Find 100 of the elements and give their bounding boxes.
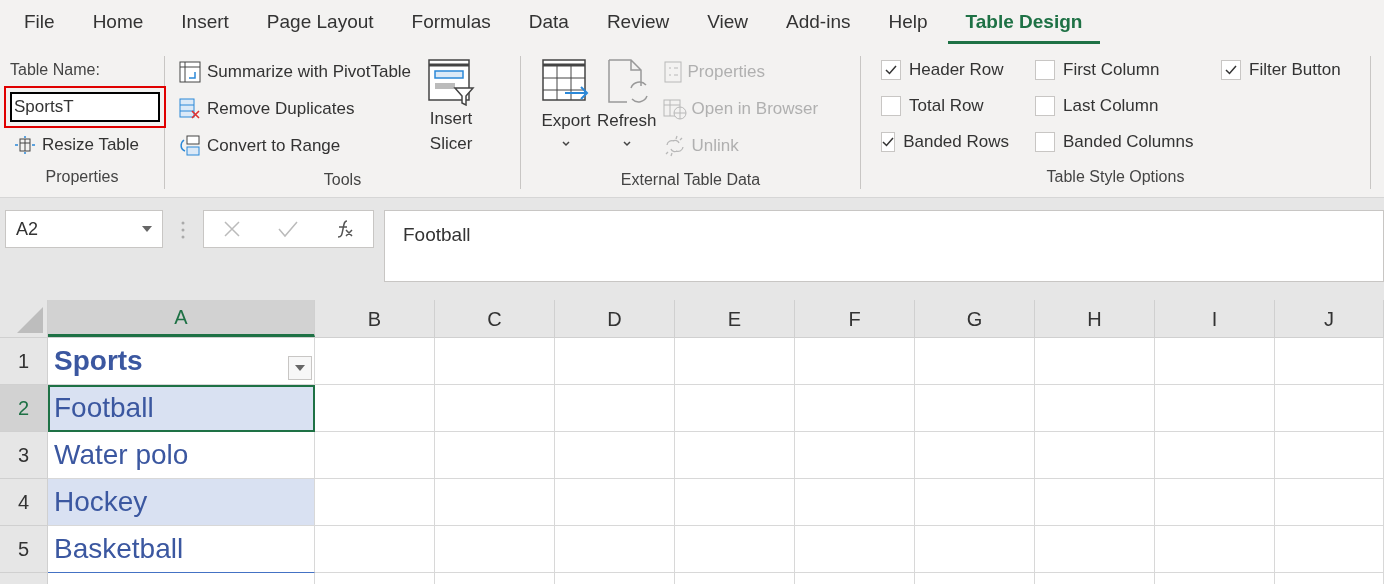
group-label: Tools	[322, 170, 363, 190]
row-header[interactable]: 1	[0, 338, 48, 385]
checkmark-icon	[1225, 65, 1237, 75]
empty-cell[interactable]	[915, 479, 1035, 526]
menu-tab[interactable]: View	[689, 4, 767, 44]
cancel-icon[interactable]	[221, 219, 242, 239]
empty-cell[interactable]	[1035, 338, 1155, 385]
empty-cell[interactable]	[1035, 432, 1155, 479]
column-header[interactable]: A	[48, 300, 315, 337]
empty-cell[interactable]	[555, 526, 675, 573]
empty-cell[interactable]	[435, 385, 555, 432]
empty-cell[interactable]	[1275, 479, 1384, 526]
group-label: Properties	[44, 167, 120, 187]
menu-tab[interactable]: Table Design	[947, 4, 1101, 44]
empty-cell[interactable]	[1035, 479, 1155, 526]
row-header[interactable]: 5	[0, 526, 48, 573]
empty-cell[interactable]	[1155, 338, 1275, 385]
menu-tab[interactable]: Help	[870, 4, 946, 44]
empty-cell[interactable]	[1155, 432, 1275, 479]
column-header[interactable]: C	[435, 300, 555, 337]
menu-tab[interactable]: Home	[74, 4, 162, 44]
checkbox[interactable]	[881, 132, 896, 152]
checkbox[interactable]	[881, 96, 901, 116]
ribbon-command[interactable]: Convert to Range	[179, 132, 412, 160]
column-header[interactable]: B	[315, 300, 435, 337]
empty-cell[interactable]	[555, 338, 675, 385]
refresh-button[interactable]: Refresh	[597, 58, 657, 168]
row-header[interactable]: 2	[0, 385, 48, 432]
export-button[interactable]: Export	[541, 58, 591, 168]
row-header[interactable]: 4	[0, 479, 48, 526]
table-cell[interactable]: Sports	[48, 338, 315, 385]
empty-cell[interactable]	[675, 338, 795, 385]
empty-cell[interactable]	[1275, 338, 1384, 385]
menu-tab[interactable]: Review	[588, 4, 688, 44]
empty-cell[interactable]	[555, 385, 675, 432]
column-header[interactable]: I	[1155, 300, 1275, 337]
empty-cell[interactable]	[915, 526, 1035, 573]
column-header[interactable]: D	[555, 300, 675, 337]
group-label: External Table Data	[619, 170, 762, 190]
column-header[interactable]: G	[915, 300, 1035, 337]
checkbox[interactable]	[881, 60, 901, 80]
empty-cell[interactable]	[435, 479, 555, 526]
empty-cell[interactable]	[1155, 385, 1275, 432]
column-header[interactable]: F	[795, 300, 915, 337]
formula-field[interactable]: Football	[384, 210, 1384, 282]
empty-cell[interactable]	[795, 479, 915, 526]
field-label: Table Name:	[9, 60, 101, 80]
table-cell[interactable]: Water polo	[48, 432, 315, 479]
menu-tab[interactable]: Data	[510, 4, 587, 44]
ribbon-command[interactable]: Remove Duplicates	[179, 95, 412, 123]
name-box[interactable]: A2	[5, 210, 163, 248]
empty-cell[interactable]	[915, 385, 1035, 432]
empty-cell[interactable]	[795, 432, 915, 479]
ribbon-command[interactable]: Summarize with PivotTable	[179, 58, 412, 86]
empty-cell[interactable]	[1155, 479, 1275, 526]
empty-cell[interactable]	[675, 432, 795, 479]
empty-cell[interactable]	[555, 432, 675, 479]
empty-cell[interactable]	[675, 526, 795, 573]
menu-tab[interactable]: File	[6, 4, 73, 44]
insert-slicer-button[interactable]: Insert Slicer	[427, 58, 476, 168]
empty-cell[interactable]	[435, 432, 555, 479]
checkbox[interactable]	[1035, 132, 1055, 152]
table-cell[interactable]: Hockey	[48, 479, 315, 526]
empty-cell[interactable]	[1275, 526, 1384, 573]
column-header[interactable]: E	[675, 300, 795, 337]
column-header[interactable]: H	[1035, 300, 1155, 337]
menu-tab[interactable]: Page Layout	[248, 4, 392, 44]
table-cell[interactable]: Basketball	[48, 526, 315, 573]
menu-tab[interactable]: Add-ins	[768, 4, 869, 44]
empty-cell[interactable]	[1035, 385, 1155, 432]
row-header[interactable]: 3	[0, 432, 48, 479]
empty-cell[interactable]	[1275, 385, 1384, 432]
table-cell[interactable]: Football	[48, 385, 315, 432]
empty-cell[interactable]	[675, 479, 795, 526]
empty-cell[interactable]	[555, 479, 675, 526]
empty-cell[interactable]	[675, 385, 795, 432]
empty-cell[interactable]	[795, 526, 915, 573]
empty-cell[interactable]	[435, 338, 555, 385]
empty-cell[interactable]	[1155, 526, 1275, 573]
checkbox[interactable]	[1221, 60, 1241, 80]
empty-cell[interactable]	[1275, 432, 1384, 479]
enter-check-icon[interactable]	[276, 219, 299, 239]
menu-tab[interactable]: Insert	[163, 4, 247, 44]
empty-cell[interactable]	[1035, 526, 1155, 573]
empty-cell[interactable]	[795, 385, 915, 432]
empty-cell[interactable]	[915, 338, 1035, 385]
column-header[interactable]: J	[1275, 300, 1384, 337]
checkbox[interactable]	[1035, 60, 1055, 80]
table-name-field[interactable]: SportsT	[10, 92, 160, 122]
empty-cell[interactable]	[795, 338, 915, 385]
menu-tab[interactable]: Formulas	[393, 4, 509, 44]
empty-cell[interactable]	[915, 432, 1035, 479]
checkbox[interactable]	[1035, 96, 1055, 116]
filter-dropdown-button[interactable]	[288, 356, 312, 380]
caret-icon	[295, 365, 305, 371]
select-all-icon[interactable]	[17, 307, 43, 333]
empty-cell[interactable]	[435, 526, 555, 573]
option-label: Header Row	[909, 59, 1004, 82]
resize-table-button[interactable]: Resize Table	[4, 132, 164, 158]
row-header[interactable]	[0, 573, 48, 584]
